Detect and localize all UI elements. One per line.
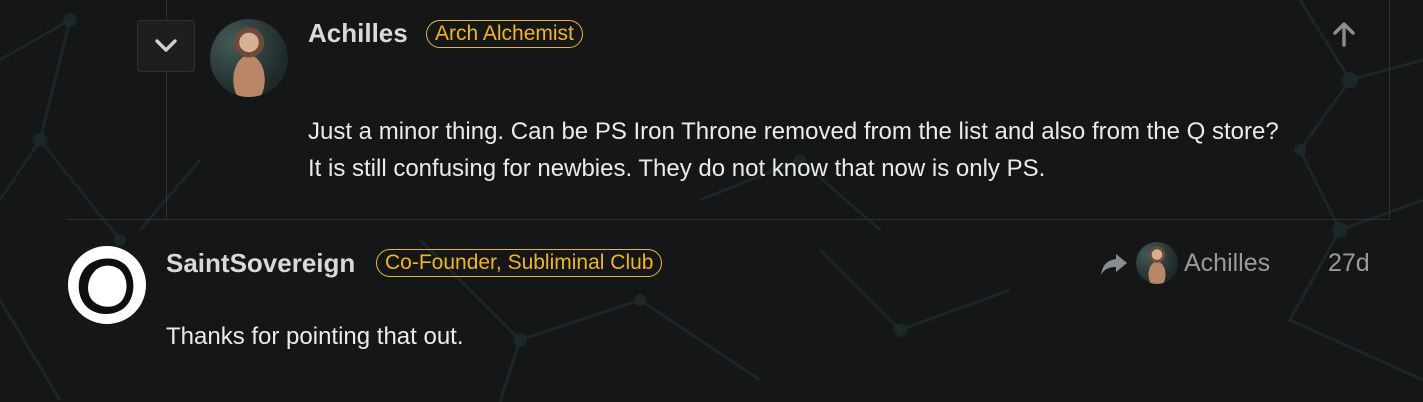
collapse-embedded-button[interactable] — [137, 20, 195, 72]
post-username[interactable]: SaintSovereign — [166, 248, 355, 278]
chevron-down-icon — [155, 39, 177, 52]
post-divider — [68, 219, 1390, 220]
avatar[interactable] — [68, 246, 146, 324]
user-title-badge: Co-Founder, Subliminal Club — [376, 249, 663, 277]
post-text: Thanks for pointing that out. — [166, 323, 464, 350]
arrow-up-icon[interactable] — [1330, 20, 1358, 48]
embedded-post-text-line-2: It is still confusing for newbies. They … — [308, 155, 1046, 182]
reply-to-avatar[interactable] — [1136, 242, 1178, 284]
share-reply-icon[interactable] — [1100, 251, 1128, 277]
embedded-post-text-line-1: Just a minor thing. Can be PS Iron Thron… — [308, 118, 1279, 145]
avatar[interactable] — [210, 19, 288, 97]
reply-to-username[interactable]: Achilles — [1184, 247, 1270, 279]
embedded-post-username[interactable]: Achilles — [308, 18, 408, 48]
user-title-badge: Arch Alchemist — [426, 20, 583, 48]
post-date[interactable]: 27d — [1328, 247, 1370, 279]
enso-circle-icon — [78, 258, 134, 314]
